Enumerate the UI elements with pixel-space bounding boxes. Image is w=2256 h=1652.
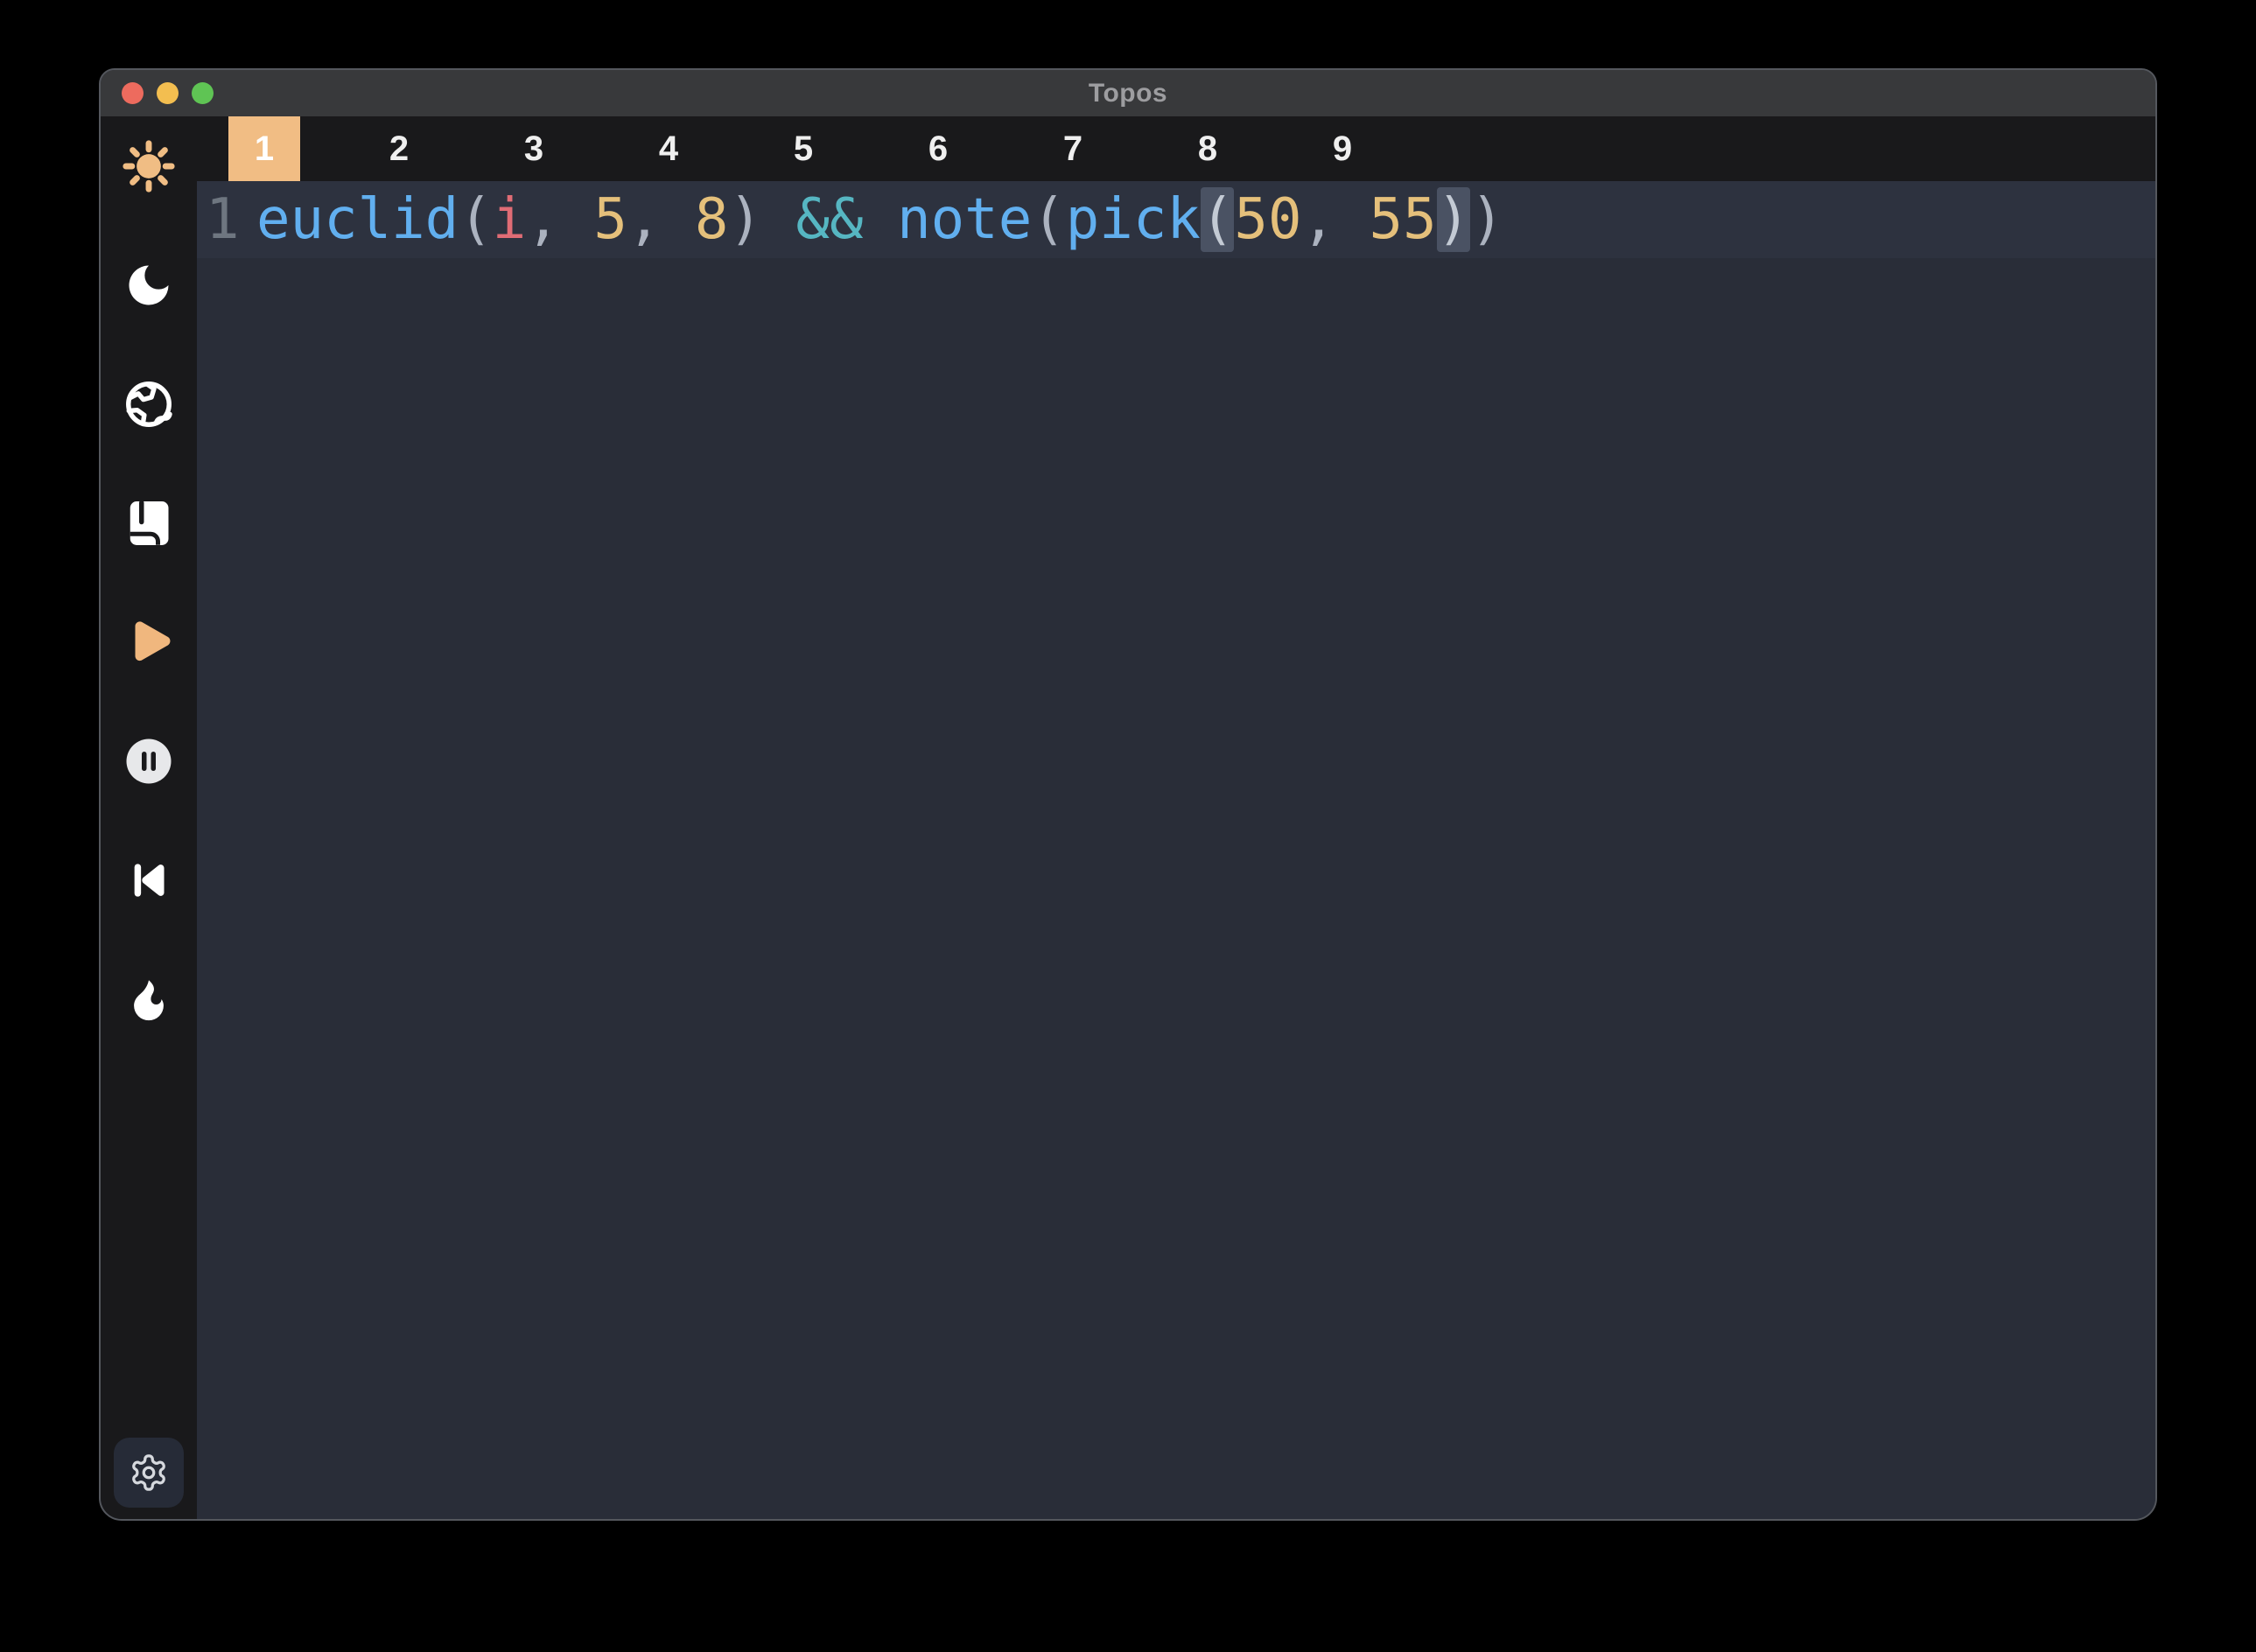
code-token: , <box>1301 187 1369 252</box>
minimize-button[interactable] <box>157 82 179 104</box>
tab-8[interactable]: 8 <box>1140 116 1275 181</box>
sidebar-button-sun[interactable] <box>120 137 178 195</box>
globe-icon <box>122 377 176 431</box>
code-token: 55 <box>1370 187 1437 252</box>
code-token: , <box>627 187 695 252</box>
zoom-button[interactable] <box>192 82 214 104</box>
titlebar[interactable]: Topos <box>101 70 2155 116</box>
tab-7[interactable]: 7 <box>1005 116 1140 181</box>
app-window: Topos <box>99 68 2157 1521</box>
sidebar-button-globe[interactable] <box>120 375 178 433</box>
code-token: i <box>493 187 527 252</box>
sun-icon <box>121 138 177 194</box>
code-token: ) <box>1437 187 1471 252</box>
code-token: euclid <box>256 187 459 252</box>
window-title: Topos <box>101 79 2155 108</box>
code-token: 8 <box>695 187 729 252</box>
code-token <box>864 187 898 252</box>
moon-icon <box>123 259 175 312</box>
code-token: note <box>897 187 1032 252</box>
sidebar <box>101 116 197 1519</box>
traffic-lights <box>122 82 214 104</box>
code-token: , <box>526 187 593 252</box>
sidebar-button-book[interactable] <box>120 494 178 552</box>
window-body: 123456789 1 euclid(i, 5, 8) && note(pick… <box>101 116 2155 1519</box>
gear-icon <box>129 1452 169 1493</box>
code-token: && <box>796 187 864 252</box>
code-token: ) <box>1470 187 1504 252</box>
tab-2[interactable]: 2 <box>332 116 466 181</box>
code-token: 5 <box>593 187 627 252</box>
sidebar-button-flame[interactable] <box>120 970 178 1028</box>
code-token: ( <box>1032 187 1066 252</box>
tab-4[interactable]: 4 <box>601 116 736 181</box>
tab-1[interactable]: 1 <box>228 116 300 181</box>
book-icon <box>123 497 175 550</box>
code-editor[interactable]: 1 euclid(i, 5, 8) && note(pick(50, 55)) <box>197 181 2155 1519</box>
line-number: 1 <box>206 187 248 252</box>
code-token: ) <box>728 187 795 252</box>
code-token: ( <box>459 187 493 252</box>
tab-3[interactable]: 3 <box>466 116 601 181</box>
flame-icon <box>123 974 174 1025</box>
sidebar-button-moon[interactable] <box>120 256 178 314</box>
code-token: pick <box>1066 187 1201 252</box>
pause-icon <box>123 735 175 788</box>
skip-back-icon <box>124 856 173 905</box>
sidebar-button-skip-back[interactable] <box>120 851 178 909</box>
play-icon <box>122 615 176 669</box>
sidebar-button-pause[interactable] <box>120 732 178 790</box>
code-line[interactable]: euclid(i, 5, 8) && note(pick(50, 55)) <box>256 187 1504 252</box>
editor-active-line[interactable]: 1 euclid(i, 5, 8) && note(pick(50, 55)) <box>197 181 2155 258</box>
settings-button[interactable] <box>114 1438 184 1508</box>
close-button[interactable] <box>122 82 144 104</box>
sidebar-button-play[interactable] <box>120 613 178 671</box>
tab-9[interactable]: 9 <box>1275 116 1410 181</box>
main-panel: 123456789 1 euclid(i, 5, 8) && note(pick… <box>197 116 2155 1519</box>
code-token: ( <box>1201 187 1235 252</box>
code-token: 50 <box>1234 187 1301 252</box>
tab-6[interactable]: 6 <box>871 116 1005 181</box>
tab-5[interactable]: 5 <box>736 116 871 181</box>
tab-bar: 123456789 <box>197 116 2155 181</box>
